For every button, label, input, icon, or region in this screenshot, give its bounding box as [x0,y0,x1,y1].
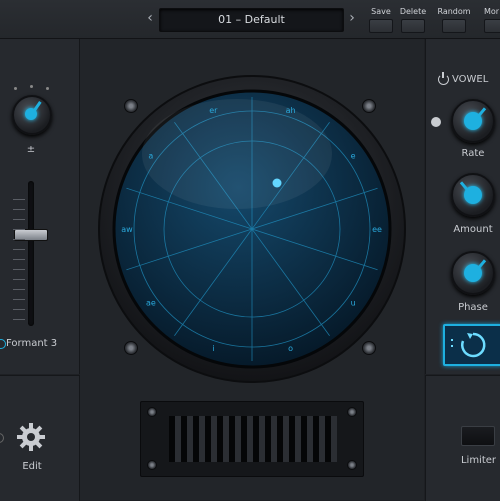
gear-icon[interactable] [16,422,46,456]
vowel-label-er: er [209,106,218,115]
knob-tick [46,87,49,90]
left-bottom-panel: Edit [0,375,80,501]
vowel-label-ae: ae [146,298,156,307]
vowel-label-o: o [288,344,293,353]
chevron-right-icon[interactable]: › [345,10,359,26]
sync-icon[interactable] [431,117,441,127]
cycle-dot [451,339,453,341]
vowel-label-ah: ah [286,106,296,115]
right-panel: VOWEL Rate Amount Phase [425,39,500,374]
power-icon-stem [442,72,444,78]
screw-icon [147,460,157,470]
vowel-pad[interactable]: er aheeeuoiaeawa [97,74,407,384]
power-icon[interactable] [438,74,449,85]
limiter-label: Limiter [460,455,497,466]
cycle-icon [461,332,486,358]
vowel-label-u: u [351,298,356,307]
delete-label: Delete [399,7,427,16]
knob-pointer [33,101,42,111]
center-panel: er ah e ee u o i ae aw a [80,39,424,500]
more-label: Mor [484,7,500,16]
grille-slots [169,416,337,462]
more-button[interactable]: Mor [476,0,500,38]
vowel-label-a: a [148,152,153,161]
chevron-left-icon[interactable]: ‹ [143,10,157,26]
amount-knob[interactable] [451,173,495,217]
cycle-dot [451,345,453,347]
formant-slider-track[interactable] [28,181,34,326]
phase-label: Phase [458,302,488,313]
random-button[interactable]: Random [434,0,474,38]
screw-icon [347,460,357,470]
amount-label: Amount [453,224,493,235]
vowel-label: VOWEL [452,74,489,85]
left-panel: ± Formant 3 [0,39,80,374]
random-label: Random [437,7,471,16]
edit-label: Edit [22,461,42,472]
knob-tick [30,85,33,88]
left-edge-indicator [0,433,4,443]
top-bar: ‹ 01 – Default › Save Delete Random Mor [0,0,500,39]
delete-button[interactable]: Delete [393,0,433,38]
formant-knob[interactable] [12,95,52,135]
vowel-label-i: i [212,344,214,353]
speaker-grille [140,401,364,477]
vowel-label-e: e [351,152,356,161]
right-bottom-panel: Limiter [425,375,500,501]
vowel-position-dot[interactable] [272,178,282,188]
save-button-face[interactable] [369,19,393,33]
more-button-face[interactable] [484,19,500,33]
screw-icon [147,407,157,417]
knob-pointer [476,107,487,118]
random-button-face[interactable] [442,19,466,33]
phase-knob[interactable] [451,251,495,295]
plus-minus-symbol: ± [26,144,36,155]
rate-knob[interactable] [451,99,495,143]
delete-button-face[interactable] [401,19,425,33]
cycle-toggle-button[interactable] [443,324,500,366]
formant-label: Formant 3 [6,338,58,349]
screw-icon [347,407,357,417]
knob-tick [14,87,17,90]
vowel-label-aw: aw [121,225,133,234]
limiter-toggle[interactable] [461,426,495,446]
preset-name-display[interactable]: 01 – Default [159,8,344,32]
slider-scale [13,199,25,324]
rate-label: Rate [461,148,485,159]
knob-pointer [476,259,487,270]
vowel-label-ee: ee [372,225,382,234]
